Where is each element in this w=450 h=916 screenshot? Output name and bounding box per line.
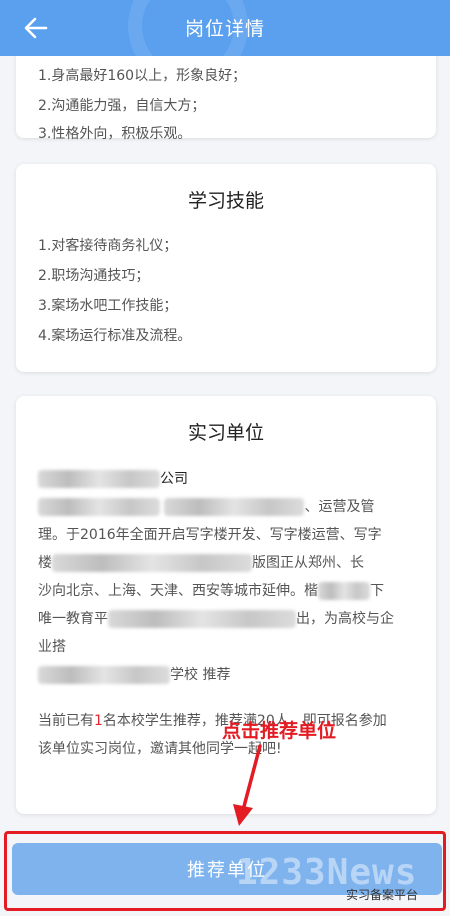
desc-text: 、运营及管 [304,499,375,515]
recommend-count: 1 [94,713,103,729]
requirement-item: 2.沟通能力强，自信大方； [38,98,206,114]
desc-text: 沙向北京、上海、天津、西安等城市延伸。楷 [38,583,318,599]
redacted-text [38,498,160,516]
company-title: 实习单位 [187,422,264,444]
desc-line: 沙向北京、上海、天津、西安等城市延伸。楷 下 [38,577,414,605]
recommend-line: 学校 推荐 [38,661,414,689]
desc-text: 唯一教育平 [38,611,108,627]
redacted-text [108,610,296,628]
page-title: 岗位详情 [184,18,265,40]
redacted-text [164,498,305,516]
desc-text: 楼 [38,555,52,571]
skill-item: 4.案场运行标准及流程。 [38,328,192,344]
redacted-text [38,470,160,488]
app-header-overlay: 岗位详情 [0,0,450,56]
desc-line: 唯一教育平 出，为高校与企 [38,605,414,633]
annotation-arrow-icon [233,744,262,826]
desc-line: 楼 版图正从郑州、长 [38,549,414,577]
company-card: 实习单位 公司 、运营及管 理。于2016年全面开启写字楼开发、写字楼运营、写字… [16,396,436,814]
skills-title: 学习技能 [187,190,264,212]
desc-line: 、运营及管 [38,493,414,521]
skill-item: 3.案场水吧工作技能； [38,298,178,314]
watermark-caption: 实习备案平台 [346,888,419,902]
desc-line: 业搭 [38,639,66,655]
skills-card: 学习技能 1.对客接待商务礼仪； 2.职场沟通技巧； 3.案场水吧工作技能； 4… [16,164,436,372]
desc-text: 下 [370,583,384,599]
skill-item: 2.职场沟通技巧； [38,268,150,284]
company-name-suffix: 公司 [160,471,188,487]
notice-text: 当前已有 [38,713,94,729]
redacted-text [52,554,252,572]
requirement-item: 1.身高最好160以上，形象良好； [38,68,247,84]
redacted-text [38,666,170,684]
requirement-item: 3.性格外向，积极乐观。 [38,126,192,142]
annotation-label: 点击推荐单位 [222,720,337,742]
recommend-text: 学校 推荐 [170,667,231,683]
skill-item: 1.对客接待商务礼仪； [38,238,178,254]
company-name-line: 公司 [38,465,414,493]
redacted-text [318,582,370,600]
desc-text: 版图正从郑州、长 [252,555,364,571]
desc-text: 出，为高校与企 [296,611,394,627]
desc-line: 理。于2016年全面开启写字楼开发、写字楼运营、写字 [38,527,382,543]
